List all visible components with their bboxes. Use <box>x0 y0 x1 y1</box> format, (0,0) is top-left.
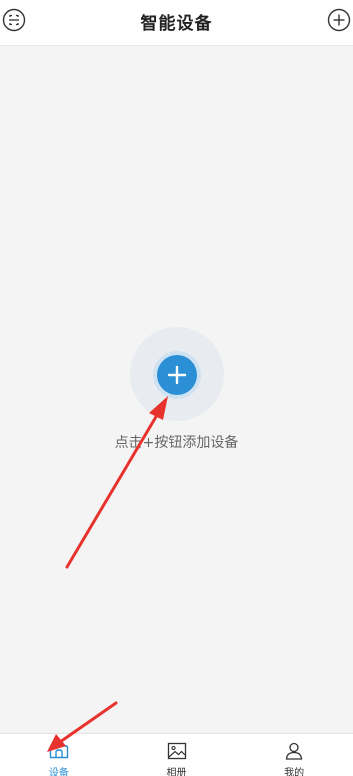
bottom-tab-bar: 设备 相册 我的 <box>0 733 353 776</box>
annotation-arrow-to-add-button <box>65 396 168 569</box>
tab-album[interactable]: 相册 <box>118 734 236 776</box>
add-device-button[interactable] <box>157 355 197 395</box>
tab-mine[interactable]: 我的 <box>235 734 353 776</box>
plus-circle-icon <box>327 8 351 32</box>
tab-device[interactable]: 设备 <box>0 734 118 776</box>
album-icon <box>167 742 186 760</box>
tab-label-mine: 我的 <box>284 768 305 776</box>
add-device-hint: 点击+按钮添加设备 <box>114 435 239 451</box>
screen: 智能设备 点击+按钮添加设备 设备 相册 我的 <box>0 0 353 776</box>
plus-icon <box>167 365 187 385</box>
device-icon <box>49 742 69 759</box>
add-device-area <box>130 327 224 421</box>
page-title: 智能设备 <box>140 14 213 34</box>
tab-label-album: 相册 <box>166 768 187 776</box>
header-bar: 智能设备 <box>0 0 353 46</box>
add-button[interactable] <box>327 8 351 32</box>
tab-label-device: 设备 <box>48 768 69 776</box>
user-icon <box>285 742 303 760</box>
